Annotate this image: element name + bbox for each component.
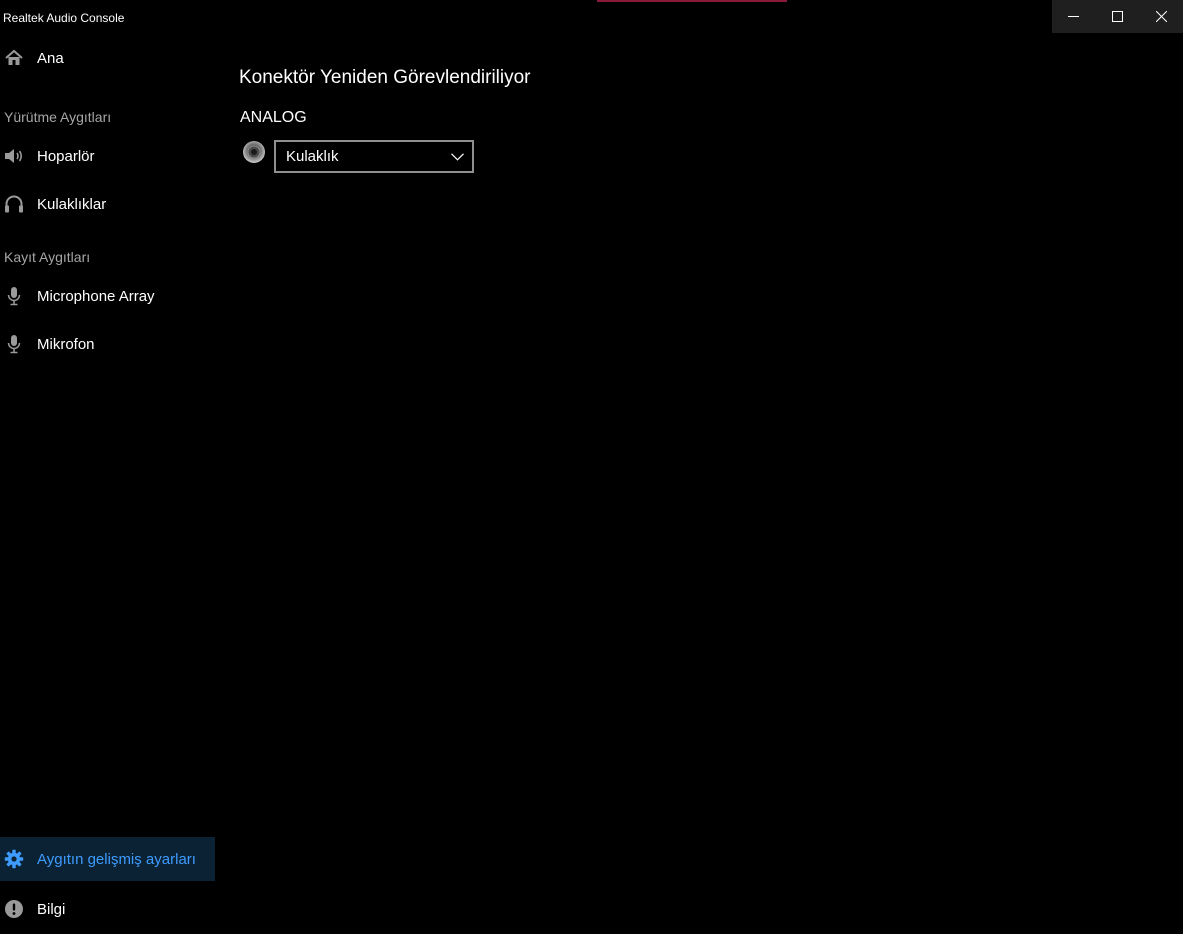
title-accent-line: [597, 0, 787, 2]
sidebar-item-label: Aygıtın gelişmiş ayarları: [37, 850, 196, 868]
sidebar-item-info[interactable]: Bilgi: [0, 887, 215, 931]
sidebar-item-microphone-array[interactable]: Microphone Array: [0, 274, 215, 318]
sidebar-item-speaker[interactable]: Hoparlör: [0, 134, 215, 178]
minimize-button[interactable]: [1052, 0, 1096, 33]
app-window: Realtek Audio Console Ana Yürütme Aygıtl…: [0, 0, 1183, 934]
gear-icon: [0, 837, 28, 881]
headphones-icon: [0, 182, 28, 226]
sidebar-item-label: Hoparlör: [37, 147, 95, 165]
app-title: Realtek Audio Console: [3, 11, 125, 25]
sidebar-item-label: Kulaklıklar: [37, 195, 107, 213]
connector-type-dropdown[interactable]: Kulaklık: [274, 140, 474, 173]
microphone-icon: [0, 274, 28, 318]
dropdown-selected-value: Kulaklık: [286, 148, 339, 165]
home-icon: [0, 36, 28, 80]
page-title: Konektör Yeniden Görevlendiriliyor: [239, 67, 531, 88]
sidebar-item-label: Ana: [37, 49, 64, 67]
close-button[interactable]: [1139, 0, 1183, 33]
sidebar-item-label: Mikrofon: [37, 335, 95, 353]
title-bar[interactable]: Realtek Audio Console: [0, 0, 1183, 33]
sidebar-item-advanced-settings[interactable]: Aygıtın gelişmiş ayarları: [0, 837, 215, 881]
sidebar-item-headphones[interactable]: Kulaklıklar: [0, 182, 215, 226]
chevron-down-icon: [450, 150, 464, 164]
sidebar-item-label: Microphone Array: [37, 287, 155, 305]
maximize-icon: [1112, 11, 1123, 22]
sidebar-item-label: Bilgi: [37, 900, 66, 918]
sidebar-nav: Ana Yürütme Aygıtları Hoparlör Kulaklıkl…: [0, 33, 215, 934]
caption-buttons: [1052, 0, 1183, 33]
close-icon: [1155, 11, 1167, 22]
maximize-button[interactable]: [1096, 0, 1140, 33]
speaker-icon: [0, 134, 28, 178]
microphone-icon: [0, 322, 28, 366]
playback-devices-header: Yürütme Aygıtları: [4, 109, 112, 125]
analog-group-label: ANALOG: [240, 109, 307, 126]
recording-devices-header: Kayıt Aygıtları: [4, 249, 91, 265]
info-icon: [0, 887, 28, 931]
sidebar-item-home[interactable]: Ana: [0, 36, 215, 80]
audio-jack-icon: [242, 140, 266, 164]
sidebar-item-microphone[interactable]: Mikrofon: [0, 322, 215, 366]
minimize-icon: [1068, 11, 1080, 22]
